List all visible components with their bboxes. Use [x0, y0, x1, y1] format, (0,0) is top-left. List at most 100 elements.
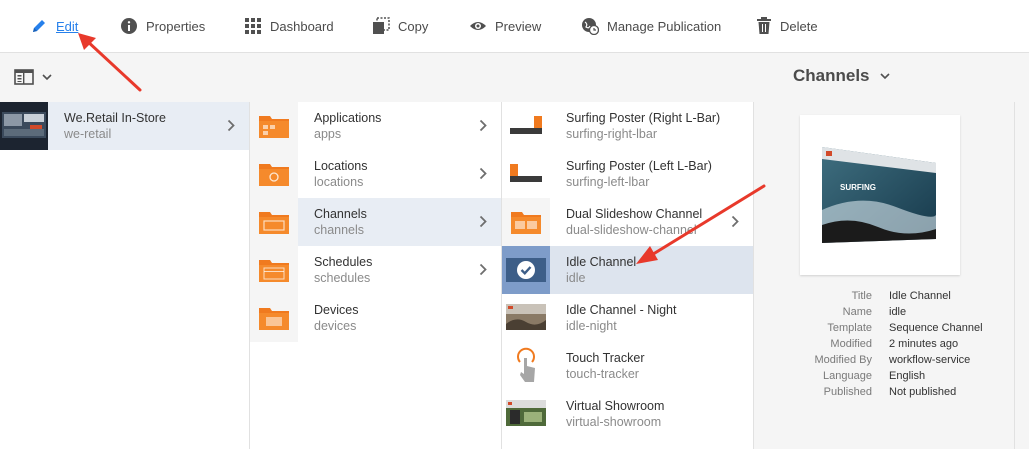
- view-switcher[interactable]: Channels: [793, 66, 890, 86]
- item-title: Surfing Poster (Right L-Bar): [566, 111, 721, 125]
- item-name: schedules: [314, 271, 371, 285]
- copy-button[interactable]: Copy: [372, 0, 428, 52]
- item-name: locations: [314, 175, 364, 189]
- details-panel: SURFING Title Idle Channel Name idle Tem…: [754, 102, 1015, 449]
- list-item[interactable]: Idle Channel - Night idle-night: [502, 294, 753, 342]
- item-title: Idle Channel - Night: [566, 303, 677, 317]
- item-title: Locations: [314, 159, 368, 173]
- item-name: devices: [314, 319, 357, 333]
- lbar-left-thumbnail: [502, 150, 550, 198]
- item-title: Channels: [314, 207, 367, 221]
- item-name: idle: [566, 271, 586, 285]
- chevron-right-icon: [479, 119, 487, 132]
- preview-button[interactable]: Preview: [469, 0, 541, 52]
- property-key: Modified By: [814, 354, 872, 366]
- dashboard-button[interactable]: Dashboard: [244, 0, 334, 52]
- property-value: 2 minutes ago: [889, 338, 959, 350]
- trash-icon: [757, 17, 771, 34]
- list-item[interactable]: Schedules schedules: [250, 246, 501, 294]
- properties-label: Properties: [146, 18, 206, 34]
- idle-night-thumbnail: [502, 294, 550, 342]
- action-bar: Edit Properties Dashboard Copy Preview M…: [0, 0, 1029, 53]
- property-key: Language: [823, 370, 872, 382]
- item-name: we-retail: [64, 127, 112, 141]
- globe-clock-icon: [582, 18, 599, 35]
- list-item[interactable]: We.Retail In-Store we-retail: [0, 102, 249, 150]
- list-item[interactable]: Locations locations: [250, 150, 501, 198]
- grid-icon: [245, 18, 261, 34]
- property-key: Modified: [830, 338, 872, 350]
- item-name: channels: [314, 223, 365, 237]
- item-name: apps: [314, 127, 342, 141]
- site-thumbnail: [0, 102, 48, 150]
- list-item[interactable]: Touch Tracker touch-tracker: [502, 342, 753, 390]
- property-value: workflow-service: [889, 354, 971, 366]
- idle-thumbnail-selected: [502, 246, 550, 294]
- lbar-right-thumbnail: [502, 102, 550, 150]
- column-channels: Surfing Poster (Right L-Bar) surfing-rig…: [502, 102, 754, 449]
- manage-publication-button[interactable]: Manage Publication: [581, 0, 721, 52]
- annotation-arrow-idle: [636, 184, 766, 264]
- item-title: Surfing Poster (Left L-Bar): [566, 159, 712, 173]
- item-name: virtual-showroom: [566, 415, 662, 429]
- copy-icon: [373, 17, 390, 34]
- property-value: idle: [889, 306, 907, 318]
- eye-icon: [470, 22, 486, 30]
- item-title: Schedules: [314, 255, 373, 269]
- list-item[interactable]: Surfing Poster (Right L-Bar) surfing-rig…: [502, 102, 753, 150]
- list-item[interactable]: Virtual Showroom virtual-showroom: [502, 390, 753, 438]
- property-row: Language English: [754, 370, 1014, 386]
- item-title: Idle Channel: [566, 255, 637, 269]
- folder-icon: [259, 260, 289, 282]
- folder-icon: [259, 308, 289, 330]
- annotation-arrow-edit: [78, 33, 142, 92]
- list-item[interactable]: Channels channels: [250, 198, 501, 246]
- folder-icon: [511, 212, 541, 234]
- property-key: Published: [823, 386, 872, 398]
- pencil-icon: [33, 20, 45, 32]
- folder-icon: [259, 212, 289, 234]
- item-title: We.Retail In-Store: [64, 111, 166, 125]
- property-value: Not published: [889, 386, 957, 398]
- panel-icon: [14, 69, 34, 85]
- item-name: touch-tracker: [566, 367, 639, 381]
- page-title: Channels: [793, 66, 870, 85]
- rail-toggle-button[interactable]: [14, 69, 52, 85]
- chevron-right-icon: [227, 119, 235, 132]
- list-item[interactable]: Applications apps: [250, 102, 501, 150]
- folder-icon: [259, 164, 289, 186]
- property-row: Published Not published: [754, 386, 1014, 402]
- property-value: Sequence Channel: [889, 322, 983, 334]
- item-title: Virtual Showroom: [566, 399, 665, 413]
- property-key: Title: [851, 290, 872, 302]
- item-title: Touch Tracker: [566, 351, 645, 365]
- item-name: idle-night: [566, 319, 617, 333]
- virtual-showroom-thumbnail: [502, 390, 550, 438]
- property-key: Name: [842, 306, 872, 318]
- dashboard-label: Dashboard: [270, 18, 334, 34]
- list-item[interactable]: Devices devices: [250, 294, 501, 342]
- preview-card: SURFING: [800, 115, 960, 275]
- chevron-down-icon: [42, 73, 52, 80]
- item-title: Devices: [314, 303, 359, 317]
- copy-label: Copy: [398, 18, 429, 34]
- property-row: Name idle: [754, 306, 1014, 322]
- preview-label: Preview: [495, 18, 542, 34]
- item-title: Applications: [314, 111, 382, 125]
- chevron-right-icon: [479, 263, 487, 276]
- property-row: Template Sequence Channel: [754, 322, 1014, 338]
- property-value: Idle Channel: [889, 290, 951, 302]
- delete-button[interactable]: Delete: [756, 0, 818, 52]
- chevron-right-icon: [479, 215, 487, 228]
- property-row: Modified 2 minutes ago: [754, 338, 1014, 354]
- property-value: English: [889, 370, 926, 382]
- property-key: Template: [827, 322, 872, 334]
- touch-tracker-thumbnail: [502, 342, 550, 390]
- item-name: surfing-right-lbar: [566, 127, 658, 141]
- column-in-store: Applications apps Locations locations Ch…: [250, 102, 502, 449]
- manage-publication-label: Manage Publication: [607, 18, 722, 34]
- delete-label: Delete: [780, 18, 818, 34]
- column-root: We.Retail In-Store we-retail: [0, 102, 250, 449]
- sub-header: Channels: [0, 53, 1029, 101]
- property-row: Modified By workflow-service: [754, 354, 1014, 370]
